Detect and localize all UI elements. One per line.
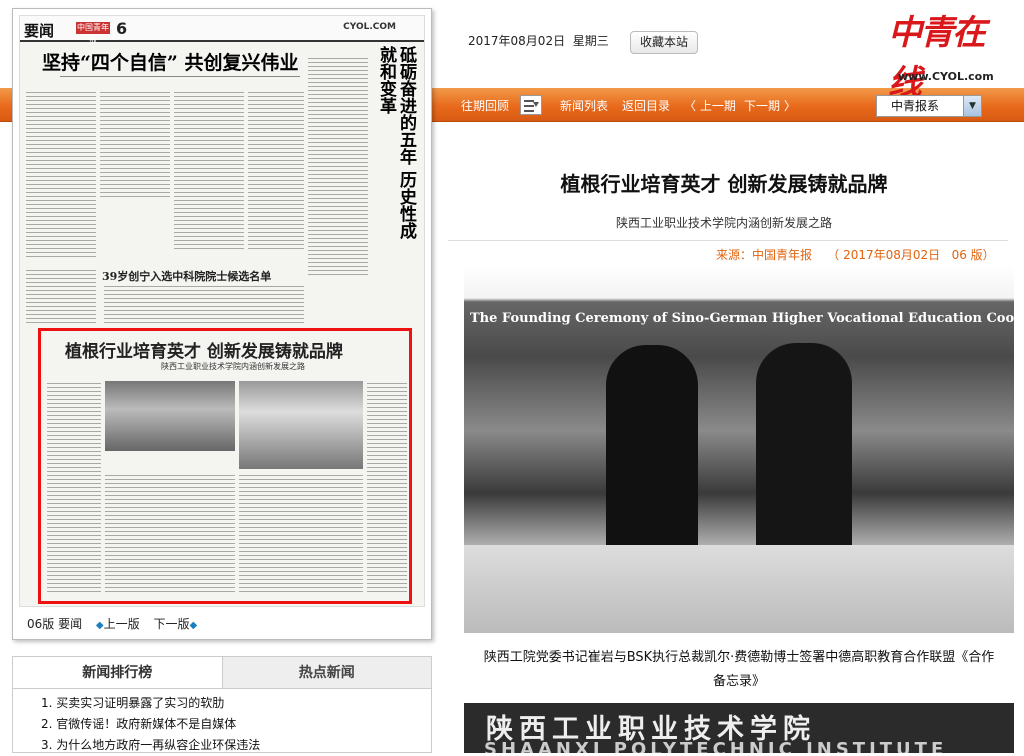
weekday: 星期三 (572, 34, 609, 48)
news-ranking-panel: 新闻排行榜 热点新闻 1. 买卖实习证明暴露了实习的软肋 2. 官微传谣！政府新… (12, 656, 432, 753)
paper-footer: 06版 要闻 ◆上一版 下一版◆ (27, 615, 197, 632)
text-column (367, 381, 407, 595)
triangle-right-icon: ◆ (189, 620, 198, 631)
boxed-subheadline: 陕西工业职业技术学院内涵创新发展之路 (161, 362, 305, 371)
newspaper-panel: 要闻 中国青年报 6 CYOL.COM 坚持“四个自信” 共创复兴伟业 砥砺奋进… (12, 8, 432, 640)
photo-person (756, 343, 852, 559)
paper-small-headline[interactable]: 39岁创宁入选中科院院士候选名单 (102, 268, 271, 284)
nav-prev-issue[interactable]: 〈 上一期 (684, 97, 736, 114)
text-column[interactable] (248, 90, 304, 250)
text-column[interactable] (100, 90, 170, 200)
article-subtitle: 陕西工业职业技术学院内涵创新发展之路 (615, 216, 832, 230)
triangle-left-icon: ◆ (95, 620, 104, 631)
photo2-sign-text-en: SHAANXI POLYTECHNIC INSTITUTE (484, 739, 948, 753)
article-photo: The Founding Ceremony of Sino-German Hig… (464, 265, 1014, 633)
article-photo-2: 陕西工业职业技术学院 SHAANXI POLYTECHNIC INSTITUTE (464, 703, 1014, 753)
page-number: 6 (116, 19, 128, 38)
paper-headline-sub (60, 76, 300, 84)
paper-logo-icon: 中国青年报 (76, 22, 110, 44)
calendar-icon[interactable] (520, 95, 542, 115)
text-column[interactable] (308, 56, 368, 276)
masthead: 要闻 中国青年报 6 CYOL.COM (20, 16, 424, 44)
tab-hot-news[interactable]: 热点新闻 (221, 657, 431, 688)
footer-page-label: 06版 要闻 (27, 617, 83, 631)
section-name: 要闻 (24, 22, 55, 40)
paper-headline[interactable]: 坚持“四个自信” 共创复兴伟业 (42, 48, 298, 75)
favorite-button[interactable]: 收藏本站 (630, 31, 698, 54)
photo-table (464, 545, 1014, 633)
nav-back-index[interactable]: 返回目录 (622, 97, 670, 114)
boxed-headline: 植根行业培育英才 创新发展铸就品牌 (65, 342, 343, 362)
article-title: 植根行业培育英才 创新发展铸就品牌 (560, 172, 888, 196)
text-column[interactable] (174, 90, 244, 250)
article-meta: 来源：中国青年报 （ 2017年08月02日 06 版） (716, 248, 995, 262)
paper-select-value: 中青报系 (891, 99, 940, 113)
photo-caption: 陕西工院党委书记崔岩与BSK执行总裁凯尔·费德勒博士签署中德高职教育合作联盟《合… (483, 650, 995, 689)
site-text: CYOL.COM (343, 22, 396, 32)
thumb-photo (105, 381, 235, 451)
logo-text: 中青在线 (888, 13, 986, 103)
photo-person (606, 345, 698, 555)
tab-news-ranking[interactable]: 新闻排行榜 (13, 657, 222, 688)
thumb-photo (239, 381, 363, 469)
ranking-item[interactable]: 1. 买卖实习证明暴露了实习的软肋 (41, 693, 431, 714)
paper-vertical-headline[interactable]: 砥砺奋进的五年 历史性成就和变革 (376, 46, 416, 246)
text-column (105, 473, 235, 595)
paper-select[interactable]: 中青报系 ▼ (876, 95, 982, 117)
next-page-link[interactable]: 下一版◆ (153, 617, 197, 631)
newspaper-page-image[interactable]: 要闻 中国青年报 6 CYOL.COM 坚持“四个自信” 共创复兴伟业 砥砺奋进… (19, 15, 425, 607)
divider (448, 240, 1008, 241)
date: 2017年08月02日 (468, 34, 566, 48)
date-text: 2017年08月02日 星期三 (468, 32, 609, 49)
text-column (47, 381, 101, 595)
text-column[interactable] (104, 284, 304, 324)
prev-page-label: 上一版 (103, 617, 140, 631)
nav-news-list[interactable]: 新闻列表 (560, 97, 608, 114)
brand-logo[interactable]: 中青在线 www.CYOL.com (888, 8, 998, 103)
photo-banner-text: The Founding Ceremony of Sino-German Hig… (470, 311, 1014, 326)
ranking-item[interactable]: 2. 官微传谣！政府新媒体不是自媒体 (41, 714, 431, 735)
chevron-down-icon[interactable]: ▼ (963, 96, 981, 116)
text-column[interactable] (26, 90, 96, 260)
text-column (239, 473, 363, 595)
text-column[interactable] (26, 268, 96, 324)
selected-article-box[interactable]: 植根行业培育英才 创新发展铸就品牌 陕西工业职业技术学院内涵创新发展之路 (38, 328, 412, 604)
nav-past-issues[interactable]: 往期回顾 (461, 97, 509, 114)
nav-next-issue[interactable]: 下一期 〉 (744, 97, 796, 114)
brand-url: www.CYOL.com (898, 70, 994, 83)
prev-page-link[interactable]: ◆上一版 (96, 617, 140, 631)
next-page-label: 下一版 (153, 617, 190, 631)
